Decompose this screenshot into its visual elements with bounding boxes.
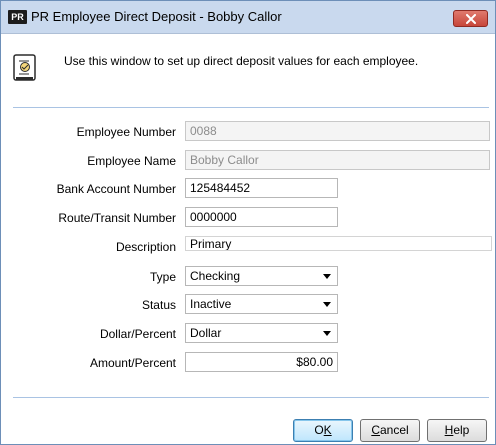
bank-account-number-field[interactable] [185, 178, 338, 198]
cancel-button-suffix: ancel [379, 423, 409, 437]
type-label: Type [149, 270, 176, 284]
route-transit-number-field[interactable] [185, 207, 338, 227]
ok-button-prefix: O [314, 423, 324, 437]
status-selected-value: Inactive [190, 297, 232, 311]
employee-name-label: Employee Name [87, 154, 176, 168]
cancel-button[interactable]: Cancel [360, 419, 420, 442]
header-separator [13, 107, 489, 108]
ok-button-mnemonic: K [323, 423, 332, 437]
title-bar[interactable]: PR PR Employee Direct Deposit - Bobby Ca… [1, 1, 495, 34]
dollar-percent-selected-value: Dollar [190, 326, 222, 340]
employee-number-label: Employee Number [76, 125, 176, 139]
ok-button[interactable]: OK [293, 419, 353, 442]
footer-separator [13, 397, 489, 398]
bank-account-number-label: Bank Account Number [56, 182, 176, 196]
direct-deposit-window: PR PR Employee Direct Deposit - Bobby Ca… [0, 0, 496, 445]
route-transit-number-label: Route/Transit Number [58, 211, 176, 225]
chevron-down-icon [323, 331, 331, 336]
document-icon [13, 54, 36, 81]
close-button[interactable] [453, 10, 488, 27]
close-icon [466, 14, 476, 24]
dollar-percent-dropdown[interactable]: Dollar [185, 323, 338, 343]
pr-app-icon: PR [8, 10, 27, 24]
amount-percent-field[interactable] [185, 352, 338, 372]
help-button-suffix: elp [453, 423, 470, 437]
type-dropdown[interactable]: Checking [185, 266, 338, 286]
status-label: Status [141, 298, 176, 312]
dollar-percent-label: Dollar/Percent [99, 327, 176, 341]
chevron-down-icon [323, 274, 331, 279]
employee-number-field [185, 121, 490, 141]
cancel-button-mnemonic: C [371, 423, 380, 437]
type-selected-value: Checking [190, 269, 241, 283]
window-title: PR Employee Direct Deposit - Bobby Callo… [31, 9, 282, 24]
status-dropdown[interactable]: Inactive [185, 294, 338, 314]
instruction-text: Use this window to set up direct deposit… [64, 54, 419, 68]
amount-percent-label: Amount/Percent [89, 356, 176, 370]
employee-name-field [185, 150, 490, 170]
chevron-down-icon [323, 302, 331, 307]
description-label: Description [115, 240, 176, 254]
description-field[interactable] [185, 236, 492, 251]
help-button[interactable]: Help [427, 419, 487, 442]
header-area: Use this window to set up direct deposit… [1, 34, 495, 96]
